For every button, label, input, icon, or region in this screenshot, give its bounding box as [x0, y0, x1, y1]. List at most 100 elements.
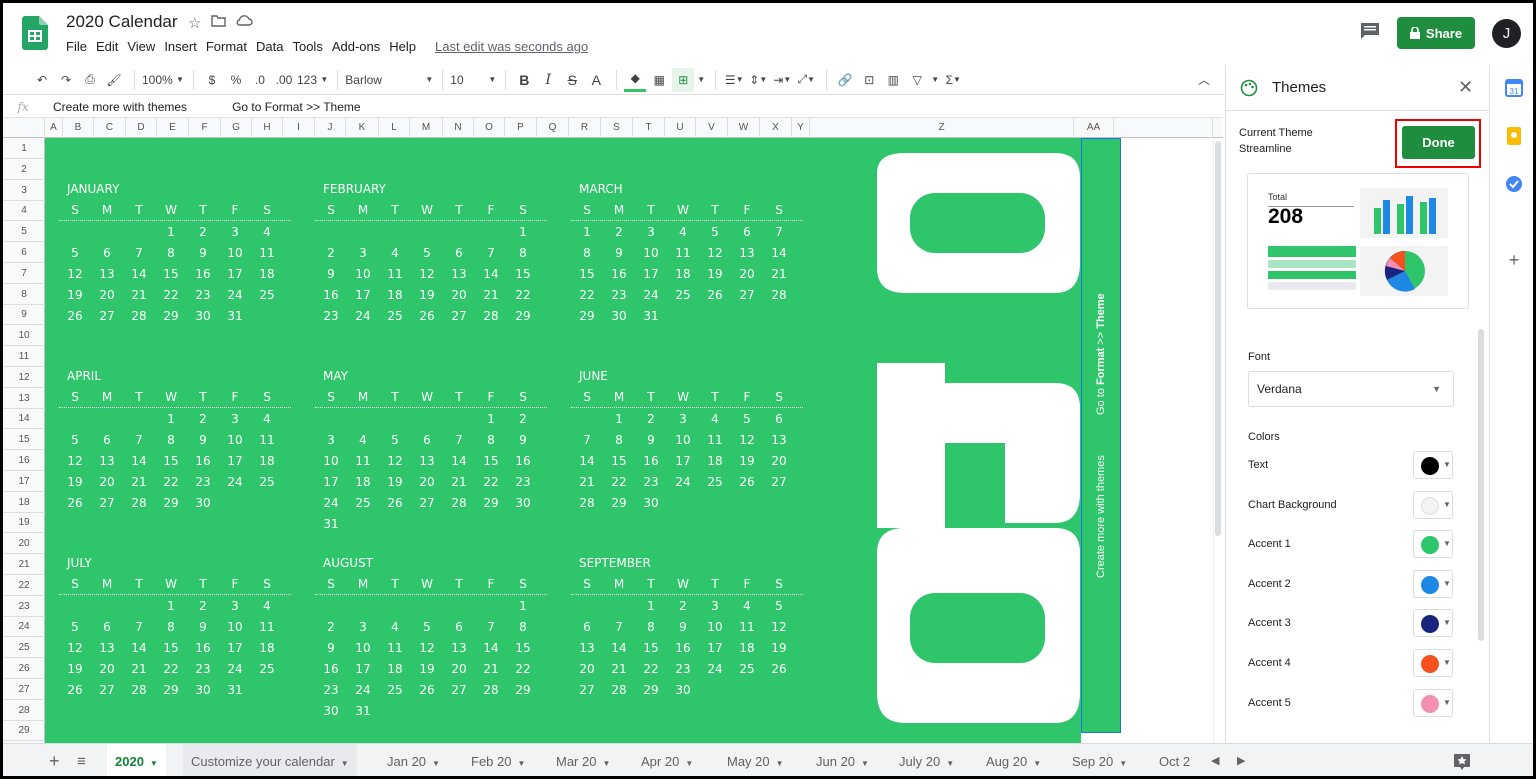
text-wrap-icon[interactable]: ⇥ ▼ — [771, 68, 793, 92]
day-cell[interactable]: 2 — [187, 412, 219, 426]
day-cell[interactable]: 24 — [315, 496, 347, 510]
day-cell[interactable]: 17 — [667, 454, 699, 468]
currency-button[interactable]: $ — [201, 68, 223, 92]
tasks-app-icon[interactable] — [1505, 175, 1523, 193]
chevron-down-icon[interactable]: ▼ — [1033, 759, 1041, 768]
percent-button[interactable]: % — [225, 68, 247, 92]
color-picker-button[interactable]: ▼ — [1413, 530, 1453, 559]
day-cell[interactable]: 13 — [763, 433, 795, 447]
day-cell[interactable]: 12 — [411, 267, 443, 281]
row-header-27[interactable]: 27 — [3, 679, 45, 700]
day-cell[interactable]: 29 — [507, 683, 539, 697]
day-cell[interactable]: 4 — [251, 225, 283, 239]
day-cell[interactable]: 14 — [443, 454, 475, 468]
day-cell[interactable]: 1 — [155, 599, 187, 613]
day-cell[interactable]: 11 — [347, 454, 379, 468]
day-cell[interactable]: 1 — [603, 412, 635, 426]
day-cell[interactable]: 6 — [571, 620, 603, 634]
select-all-corner[interactable] — [3, 118, 45, 138]
day-cell[interactable]: 5 — [379, 433, 411, 447]
day-cell[interactable]: 19 — [411, 662, 443, 676]
day-cell[interactable]: 5 — [699, 225, 731, 239]
day-cell[interactable]: 24 — [667, 475, 699, 489]
day-cell[interactable]: 31 — [347, 704, 379, 718]
day-cell[interactable]: 7 — [475, 620, 507, 634]
day-cell[interactable]: 4 — [699, 412, 731, 426]
column-header-a[interactable]: A — [45, 118, 63, 138]
day-cell[interactable]: 19 — [731, 454, 763, 468]
day-cell[interactable]: 29 — [155, 683, 187, 697]
day-cell[interactable]: 17 — [635, 267, 667, 281]
day-cell[interactable]: 19 — [59, 475, 91, 489]
row-header-23[interactable]: 23 — [3, 596, 45, 617]
formula-bar[interactable]: fx Create more with themes Go to Format … — [3, 96, 1223, 118]
day-cell[interactable]: 23 — [603, 288, 635, 302]
row-header-24[interactable]: 24 — [3, 616, 45, 638]
day-cell[interactable]: 26 — [411, 309, 443, 323]
explore-icon[interactable] — [1453, 753, 1471, 771]
day-cell[interactable]: 18 — [347, 475, 379, 489]
day-cell[interactable]: 27 — [411, 496, 443, 510]
day-cell[interactable]: 17 — [219, 454, 251, 468]
day-cell[interactable]: 18 — [379, 288, 411, 302]
scroll-tabs-right-icon[interactable]: ▶ — [1229, 744, 1253, 776]
column-header-t[interactable]: T — [633, 118, 665, 138]
day-cell[interactable]: 15 — [155, 454, 187, 468]
column-header-i[interactable]: I — [283, 118, 315, 138]
day-cell[interactable]: 28 — [475, 309, 507, 323]
day-cell[interactable]: 27 — [443, 683, 475, 697]
day-cell[interactable]: 24 — [347, 683, 379, 697]
day-cell[interactable]: 8 — [507, 620, 539, 634]
column-header-f[interactable]: F — [189, 118, 221, 138]
column-header-y[interactable]: Y — [792, 118, 810, 138]
strikethrough-button[interactable]: S — [561, 68, 583, 92]
column-header-d[interactable]: D — [126, 118, 157, 138]
day-cell[interactable]: 16 — [315, 288, 347, 302]
italic-button[interactable]: I — [537, 68, 559, 92]
day-cell[interactable]: 29 — [475, 496, 507, 510]
day-cell[interactable]: 8 — [635, 620, 667, 634]
add-app-icon[interactable]: + — [1505, 251, 1523, 269]
day-cell[interactable]: 21 — [603, 662, 635, 676]
day-cell[interactable]: 28 — [123, 496, 155, 510]
day-cell[interactable]: 19 — [411, 288, 443, 302]
more-formats-button[interactable]: 123 ▼ — [297, 68, 328, 92]
column-header-v[interactable]: V — [696, 118, 728, 138]
day-cell[interactable]: 1 — [571, 225, 603, 239]
day-cell[interactable]: 10 — [347, 641, 379, 655]
day-cell[interactable]: 10 — [667, 433, 699, 447]
day-cell[interactable]: 9 — [315, 641, 347, 655]
day-cell[interactable]: 10 — [347, 267, 379, 281]
day-cell[interactable]: 14 — [763, 246, 795, 260]
column-header-n[interactable]: N — [443, 118, 474, 138]
day-cell[interactable]: 26 — [699, 288, 731, 302]
day-cell[interactable]: 13 — [443, 267, 475, 281]
day-cell[interactable]: 23 — [187, 288, 219, 302]
day-cell[interactable]: 10 — [219, 246, 251, 260]
column-header-e[interactable]: E — [157, 118, 189, 138]
day-cell[interactable]: 12 — [59, 267, 91, 281]
collapse-toolbar-icon[interactable]: ︿ — [1193, 68, 1215, 92]
day-cell[interactable]: 15 — [507, 641, 539, 655]
chevron-down-icon[interactable]: ▼ — [861, 759, 869, 768]
color-picker-button[interactable]: ▼ — [1413, 688, 1453, 717]
day-cell[interactable]: 28 — [443, 496, 475, 510]
day-cell[interactable]: 14 — [603, 641, 635, 655]
column-header-x[interactable]: X — [760, 118, 792, 138]
day-cell[interactable]: 15 — [155, 641, 187, 655]
day-cell[interactable]: 17 — [347, 288, 379, 302]
day-cell[interactable]: 22 — [635, 662, 667, 676]
day-cell[interactable]: 28 — [123, 309, 155, 323]
day-cell[interactable]: 11 — [731, 620, 763, 634]
color-picker-button[interactable]: ▼ — [1413, 649, 1453, 677]
day-cell[interactable]: 1 — [155, 412, 187, 426]
scroll-tabs-left-icon[interactable]: ◀ — [1203, 744, 1227, 776]
day-cell[interactable]: 19 — [699, 267, 731, 281]
column-header-h[interactable]: H — [252, 118, 283, 138]
column-header-k[interactable]: K — [346, 118, 379, 138]
day-cell[interactable]: 10 — [635, 246, 667, 260]
day-cell[interactable]: 21 — [443, 475, 475, 489]
day-cell[interactable]: 28 — [571, 496, 603, 510]
day-cell[interactable]: 13 — [731, 246, 763, 260]
day-cell[interactable]: 25 — [251, 288, 283, 302]
